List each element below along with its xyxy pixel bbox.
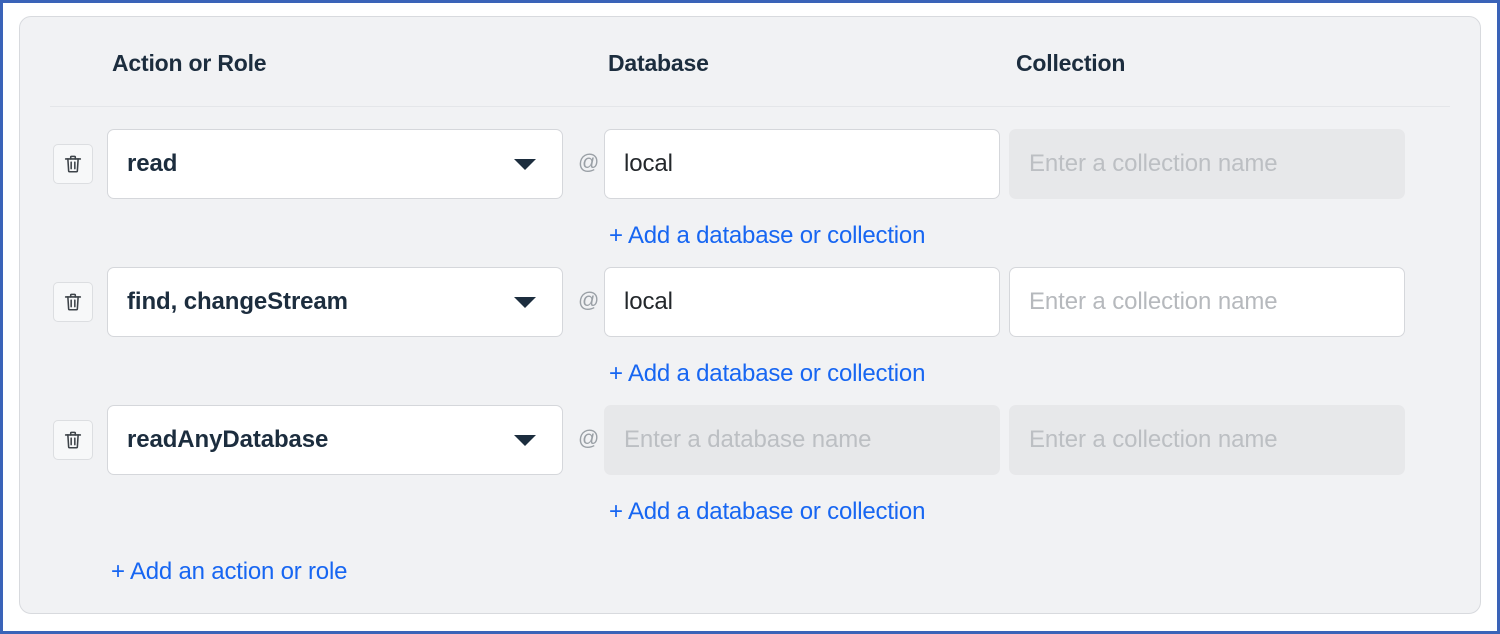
collection-name-placeholder: Enter a collection name [1029, 150, 1278, 177]
trash-icon [64, 431, 82, 449]
at-separator: @ [578, 289, 600, 312]
add-database-or-collection-link[interactable]: + Add a database or collection [609, 222, 925, 250]
action-or-role-select[interactable]: find, changeStream [107, 267, 563, 337]
privilege-rules-card: Action or Role Database Collection read … [19, 16, 1481, 614]
table-row: find, changeStream @ local Enter a colle… [20, 267, 1480, 337]
action-or-role-select[interactable]: read [107, 129, 563, 199]
table-row: read @ local Enter a collection name [20, 129, 1480, 199]
page-frame: Action or Role Database Collection read … [0, 0, 1500, 634]
add-database-or-collection-link[interactable]: + Add a database or collection [609, 360, 925, 388]
collection-name-input: Enter a collection name [1009, 129, 1405, 199]
trash-icon [64, 155, 82, 173]
delete-rule-button[interactable] [53, 420, 93, 460]
header-divider [50, 106, 1450, 107]
add-action-or-role-link[interactable]: + Add an action or role [111, 558, 347, 586]
column-header-action-or-role: Action or Role [112, 50, 267, 76]
collection-name-placeholder: Enter a collection name [1029, 288, 1278, 315]
action-or-role-value: readAnyDatabase [127, 426, 329, 453]
collection-name-input: Enter a collection name [1009, 405, 1405, 475]
action-or-role-value: find, changeStream [127, 288, 348, 315]
delete-rule-button[interactable] [53, 144, 93, 184]
database-name-input[interactable]: local [604, 267, 1000, 337]
database-name-input[interactable]: local [604, 129, 1000, 199]
chevron-down-icon [514, 434, 536, 446]
table-header: Action or Role Database Collection [20, 50, 1480, 108]
database-name-value: local [624, 150, 673, 177]
chevron-down-icon [514, 296, 536, 308]
delete-rule-button[interactable] [53, 282, 93, 322]
column-header-database: Database [608, 50, 709, 76]
action-or-role-value: read [127, 150, 178, 177]
trash-icon [64, 293, 82, 311]
database-name-placeholder: Enter a database name [624, 426, 872, 453]
at-separator: @ [578, 151, 600, 174]
add-database-or-collection-link[interactable]: + Add a database or collection [609, 498, 925, 526]
column-header-collection: Collection [1016, 50, 1126, 76]
database-name-value: local [624, 288, 673, 315]
database-name-input: Enter a database name [604, 405, 1000, 475]
collection-name-input[interactable]: Enter a collection name [1009, 267, 1405, 337]
chevron-down-icon [514, 158, 536, 170]
at-separator: @ [578, 427, 600, 450]
collection-name-placeholder: Enter a collection name [1029, 426, 1278, 453]
action-or-role-select[interactable]: readAnyDatabase [107, 405, 563, 475]
table-row: readAnyDatabase @ Enter a database name … [20, 405, 1480, 475]
